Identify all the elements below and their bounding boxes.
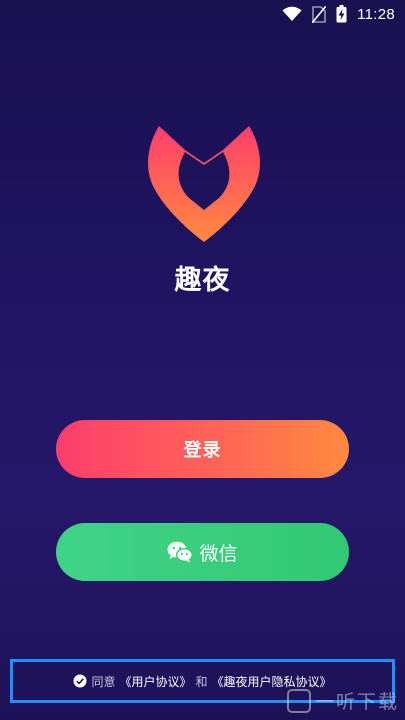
agreement-prefix: 同意 xyxy=(91,674,116,689)
watermark-logo-icon xyxy=(286,688,311,713)
wifi-icon xyxy=(282,6,302,22)
wechat-login-button[interactable]: 微信 xyxy=(56,523,349,581)
wechat-button-label: 微信 xyxy=(199,542,238,565)
status-bar: 11:28 xyxy=(0,0,405,28)
login-button-label: 登录 xyxy=(183,440,222,461)
no-sim-icon xyxy=(312,5,327,23)
watermark: 一听下载 xyxy=(286,687,399,714)
heart-fox-logo-icon xyxy=(145,122,263,244)
app-name: 趣夜 xyxy=(174,265,231,296)
watermark-text: 一听下载 xyxy=(314,691,399,713)
battery-charging-icon xyxy=(336,5,347,23)
wechat-icon xyxy=(167,541,194,563)
user-agreement-link[interactable]: 《用户协议》 xyxy=(119,673,191,690)
login-button[interactable]: 登录 xyxy=(56,420,349,478)
status-time: 11:28 xyxy=(357,5,395,23)
agreement-conjunction: 和 xyxy=(195,674,208,689)
agree-checkbox[interactable] xyxy=(73,674,87,688)
